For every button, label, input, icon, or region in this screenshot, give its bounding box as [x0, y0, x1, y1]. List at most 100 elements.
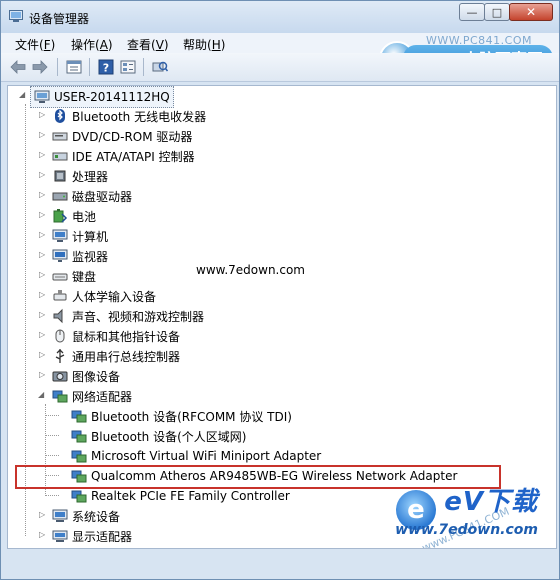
watermark-corner: e eV下载 www.7edown.com	[395, 474, 548, 542]
menu-help-tail: )	[220, 38, 226, 52]
toolbar-separator	[57, 58, 58, 76]
expand-arrow-icon[interactable]: ▷	[39, 151, 47, 159]
network-adapter-item-0[interactable]: Bluetooth 设备(RFCOMM 协议 TDI)	[71, 407, 292, 425]
network-adapter-label: Bluetooth 设备(个人区域网)	[91, 429, 247, 444]
network-adapter-label: Realtek PCIe FE Family Controller	[91, 489, 290, 503]
tree-category-1[interactable]: DVD/CD-ROM 驱动器	[52, 127, 192, 145]
tree-category-0[interactable]: Bluetooth 无线电收发器	[52, 107, 206, 125]
minimize-icon: —	[466, 5, 478, 19]
tree-category-4[interactable]: 磁盘驱动器	[52, 187, 132, 205]
maximize-icon: □	[491, 5, 503, 19]
watermark-corner-url: www.7edown.com	[395, 522, 538, 538]
scan-hardware-button[interactable]	[151, 58, 169, 76]
tree-category-label: Bluetooth 无线电收发器	[72, 109, 207, 124]
expand-arrow-icon[interactable]: ▷	[39, 211, 47, 219]
collapse-arrow-icon[interactable]: ◢	[19, 91, 27, 99]
tree-category-label: 显示适配器	[72, 529, 133, 544]
tree-category-9[interactable]: 人体学输入设备	[52, 287, 156, 305]
close-button[interactable]: ✕	[509, 3, 553, 21]
menu-file-tail: )	[50, 38, 56, 52]
expand-arrow-icon[interactable]: ▷	[39, 351, 47, 359]
menu-help-accel: H	[211, 38, 221, 52]
expand-arrow-icon[interactable]: ▷	[39, 111, 47, 119]
device-view-icon	[120, 60, 136, 74]
network-adapter-icon	[71, 450, 87, 463]
menu-view-label: 查看(	[127, 38, 156, 52]
tree-category-label: 处理器	[72, 169, 109, 184]
tree-category-7[interactable]: 监视器	[52, 247, 108, 265]
collapse-arrow-icon[interactable]: ◢	[38, 391, 46, 399]
tree-category-8[interactable]: 键盘	[52, 267, 96, 285]
expand-arrow-icon[interactable]: ▷	[39, 511, 47, 519]
minimize-button[interactable]: —	[459, 3, 485, 21]
device-view-button[interactable]	[119, 58, 137, 76]
expand-arrow-icon[interactable]: ▷	[39, 271, 47, 279]
back-button[interactable]	[9, 58, 27, 76]
menu-action-tail: )	[107, 38, 113, 52]
menu-view-accel: V	[155, 38, 164, 52]
network-adapter-item-2[interactable]: Microsoft Virtual WiFi Miniport Adapter	[71, 447, 321, 465]
computer-icon	[52, 229, 68, 242]
tree-category-14[interactable]: 网络适配器	[52, 387, 132, 405]
tree-category-13[interactable]: 图像设备	[52, 367, 120, 385]
network-adapter-item-1[interactable]: Bluetooth 设备(个人区域网)	[71, 427, 246, 445]
menu-help[interactable]: 帮助(H)	[183, 36, 225, 53]
tree-category-10[interactable]: 声音、视频和游戏控制器	[52, 307, 204, 325]
expand-arrow-icon[interactable]: ▷	[39, 531, 47, 539]
tree-category-2[interactable]: IDE ATA/ATAPI 控制器	[52, 147, 195, 165]
network-adapter-icon	[52, 390, 68, 403]
tree-guide-line	[45, 495, 59, 496]
hid-icon	[53, 290, 67, 301]
tree-guide-line	[45, 455, 59, 456]
menu-action[interactable]: 操作(A)	[71, 36, 113, 53]
status-bar	[1, 549, 559, 579]
window-title: 设备管理器	[29, 12, 90, 26]
expand-arrow-icon[interactable]: ▷	[39, 251, 47, 259]
expand-arrow-icon[interactable]: ▷	[39, 131, 47, 139]
menu-view[interactable]: 查看(V)	[127, 36, 169, 53]
tree-category-11[interactable]: 鼠标和其他指针设备	[52, 327, 180, 345]
tree-root[interactable]: USER-20141112HQ	[30, 86, 174, 108]
computer-root-icon	[34, 90, 50, 103]
battery-icon	[53, 209, 68, 223]
toolbar-separator	[143, 58, 144, 76]
dvd-drive-icon	[52, 132, 68, 141]
device-tree: ◢ USER-20141112HQ ▷ Bluetooth 无线电收发器 ▷ DVD/…	[7, 85, 557, 549]
processor-icon	[54, 170, 66, 182]
maximize-button[interactable]: □	[484, 3, 510, 21]
menu-file[interactable]: 文件(F)	[15, 36, 55, 53]
expand-arrow-icon[interactable]: ▷	[39, 331, 47, 339]
scan-hardware-icon	[152, 61, 168, 72]
properties-button[interactable]	[65, 58, 83, 76]
close-icon: ✕	[525, 5, 537, 19]
title-bar[interactable]: 设备管理器 — □ ✕	[1, 1, 559, 33]
tree-category-label: 电池	[72, 209, 97, 224]
usb-icon	[55, 349, 65, 363]
menu-action-label: 操作(	[71, 38, 100, 52]
expand-arrow-icon[interactable]: ▷	[39, 191, 47, 199]
tree-category-12[interactable]: 通用串行总线控制器	[52, 347, 180, 365]
properties-icon	[66, 60, 82, 74]
tree-root-label: USER-20141112HQ	[54, 90, 170, 104]
help-button[interactable]: ?	[97, 58, 115, 76]
system-device-icon	[52, 509, 68, 522]
network-adapter-label: Bluetooth 设备(RFCOMM 协议 TDI)	[91, 409, 292, 424]
tree-category-5[interactable]: 电池	[52, 207, 96, 225]
tree-category-15[interactable]: 系统设备	[52, 507, 120, 525]
expand-arrow-icon[interactable]: ▷	[39, 171, 47, 179]
bluetooth-icon	[55, 109, 65, 123]
tree-category-6[interactable]: 计算机	[52, 227, 108, 245]
tree-category-label: 计算机	[72, 229, 109, 244]
tree-category-label: 键盘	[72, 269, 97, 284]
expand-arrow-icon[interactable]: ▷	[39, 371, 47, 379]
expand-arrow-icon[interactable]: ▷	[39, 231, 47, 239]
sound-icon	[53, 308, 63, 324]
forward-button[interactable]	[31, 58, 49, 76]
expand-arrow-icon[interactable]: ▷	[39, 291, 47, 299]
tree-category-label: 系统设备	[72, 509, 121, 524]
tree-category-label: 通用串行总线控制器	[72, 349, 181, 364]
expand-arrow-icon[interactable]: ▷	[39, 311, 47, 319]
tree-category-16[interactable]: 显示适配器	[52, 527, 132, 545]
tree-category-3[interactable]: 处理器	[52, 167, 108, 185]
network-adapter-item-4[interactable]: Realtek PCIe FE Family Controller	[71, 487, 290, 505]
